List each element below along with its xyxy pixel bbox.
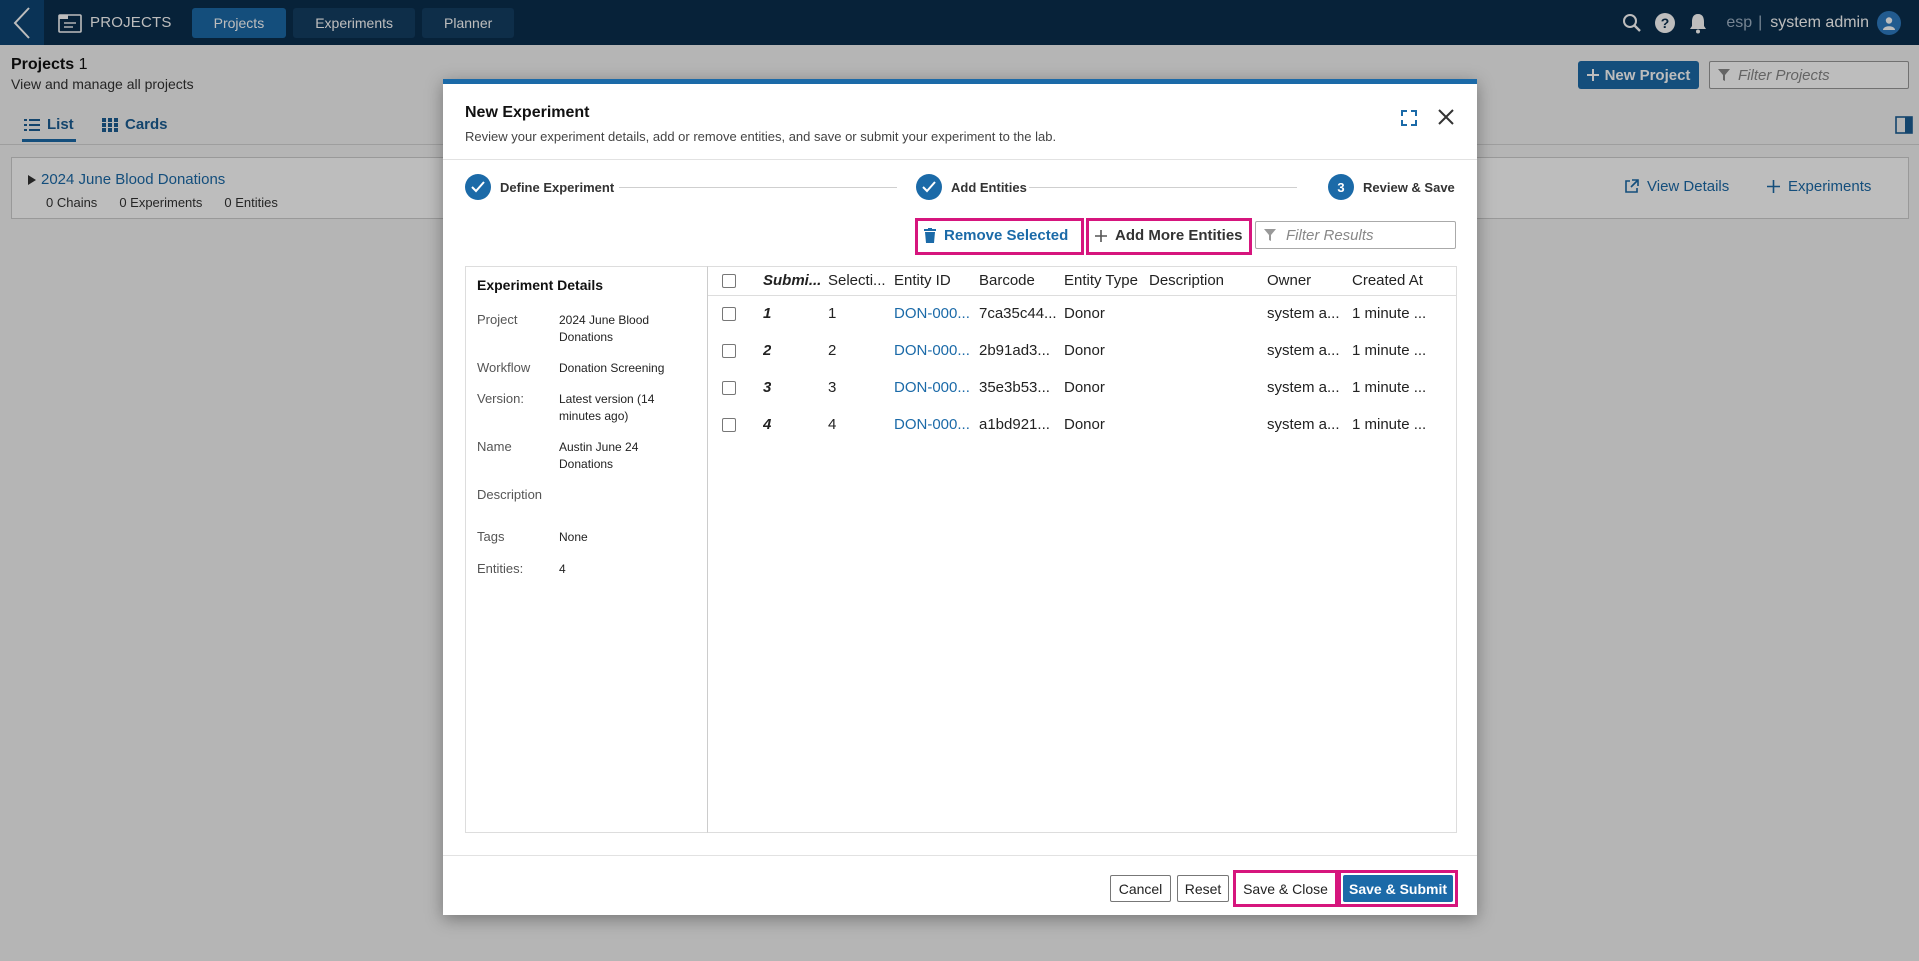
expand-icon[interactable] xyxy=(1401,110,1417,126)
cell-entity-type: Donor xyxy=(1064,305,1105,322)
row-checkbox[interactable] xyxy=(722,381,736,395)
cell-entity-id-link[interactable]: DON-000... xyxy=(894,416,974,433)
cell-barcode: 35e3b53... xyxy=(979,379,1050,396)
table-row[interactable]: 1 1 DON-000... 7ca35c44... Donor system … xyxy=(708,296,1456,333)
column-entity-id[interactable]: Entity ID xyxy=(894,272,974,289)
plus-icon xyxy=(1095,229,1107,242)
filter-results-input[interactable]: Filter Results xyxy=(1255,221,1456,249)
cell-entity-id-link[interactable]: DON-000... xyxy=(894,342,974,359)
cell-entity-type: Donor xyxy=(1064,342,1105,359)
save-close-button[interactable]: Save & Close xyxy=(1238,875,1333,902)
cell-submit: 4 xyxy=(763,416,772,433)
dialog-title: New Experiment xyxy=(465,104,590,121)
step-add-entities: Add Entities xyxy=(916,174,1027,200)
table-row[interactable]: 3 3 DON-000... 35e3b53... Donor system a… xyxy=(708,370,1456,407)
experiment-details-panel: Experiment Details Project 2024 June Blo… xyxy=(465,266,708,833)
cell-barcode: 7ca35c44... xyxy=(979,305,1057,322)
cell-entity-id-link[interactable]: DON-000... xyxy=(894,305,974,322)
cell-barcode: 2b91ad3... xyxy=(979,342,1050,359)
trash-icon xyxy=(924,228,936,243)
column-description[interactable]: Description xyxy=(1149,272,1249,289)
step-connector xyxy=(619,187,897,188)
header-divider xyxy=(443,159,1477,160)
row-checkbox[interactable] xyxy=(722,344,736,358)
cell-submit: 1 xyxy=(763,305,772,322)
cell-selection: 1 xyxy=(828,305,837,322)
cell-owner: system a... xyxy=(1267,305,1340,322)
close-icon[interactable] xyxy=(1437,108,1455,126)
column-submit[interactable]: Submi... xyxy=(763,272,823,289)
filter-icon xyxy=(1264,229,1276,241)
remove-selected-button[interactable]: Remove Selected xyxy=(924,227,1068,244)
cancel-button[interactable]: Cancel xyxy=(1110,875,1171,902)
add-more-entities-button[interactable]: Add More Entities xyxy=(1095,227,1243,244)
check-icon xyxy=(465,174,491,200)
cell-owner: system a... xyxy=(1267,342,1340,359)
grid-header: Submi... Selecti... Entity ID Barcode En… xyxy=(708,267,1456,296)
column-created-at[interactable]: Created At xyxy=(1352,272,1447,289)
row-checkbox[interactable] xyxy=(722,307,736,321)
cell-submit: 3 xyxy=(763,379,772,396)
details-title: Experiment Details xyxy=(477,277,604,293)
column-barcode[interactable]: Barcode xyxy=(979,272,1059,289)
cell-created-at: 1 minute ... xyxy=(1352,342,1427,359)
cell-entity-type: Donor xyxy=(1064,416,1105,433)
cell-created-at: 1 minute ... xyxy=(1352,305,1427,322)
footer-divider xyxy=(443,855,1477,856)
cell-entity-type: Donor xyxy=(1064,379,1105,396)
column-entity-type[interactable]: Entity Type xyxy=(1064,272,1149,289)
save-submit-button[interactable]: Save & Submit xyxy=(1343,875,1453,902)
cell-submit: 2 xyxy=(763,342,772,359)
table-row[interactable]: 2 2 DON-000... 2b91ad3... Donor system a… xyxy=(708,333,1456,370)
step-number: 3 xyxy=(1328,174,1354,200)
cell-owner: system a... xyxy=(1267,416,1340,433)
step-define-experiment: Define Experiment xyxy=(465,174,614,200)
reset-button[interactable]: Reset xyxy=(1177,875,1229,902)
cell-selection: 4 xyxy=(828,416,837,433)
dialog-subtitle: Review your experiment details, add or r… xyxy=(465,129,1057,144)
row-checkbox[interactable] xyxy=(722,418,736,432)
check-icon xyxy=(916,174,942,200)
cell-entity-id-link[interactable]: DON-000... xyxy=(894,379,974,396)
cell-created-at: 1 minute ... xyxy=(1352,416,1427,433)
table-row[interactable]: 4 4 DON-000... a1bd921... Donor system a… xyxy=(708,407,1456,444)
select-all-checkbox[interactable] xyxy=(722,274,736,288)
column-owner[interactable]: Owner xyxy=(1267,272,1347,289)
cell-created-at: 1 minute ... xyxy=(1352,379,1427,396)
column-selection[interactable]: Selecti... xyxy=(828,272,888,289)
cell-selection: 3 xyxy=(828,379,837,396)
step-connector xyxy=(1029,187,1297,188)
entities-grid: Submi... Selecti... Entity ID Barcode En… xyxy=(707,266,1457,833)
new-experiment-dialog: New Experiment Review your experiment de… xyxy=(443,79,1477,915)
cell-barcode: a1bd921... xyxy=(979,416,1050,433)
cell-selection: 2 xyxy=(828,342,837,359)
cell-owner: system a... xyxy=(1267,379,1340,396)
step-review-save: 3 Review & Save xyxy=(1328,174,1455,200)
